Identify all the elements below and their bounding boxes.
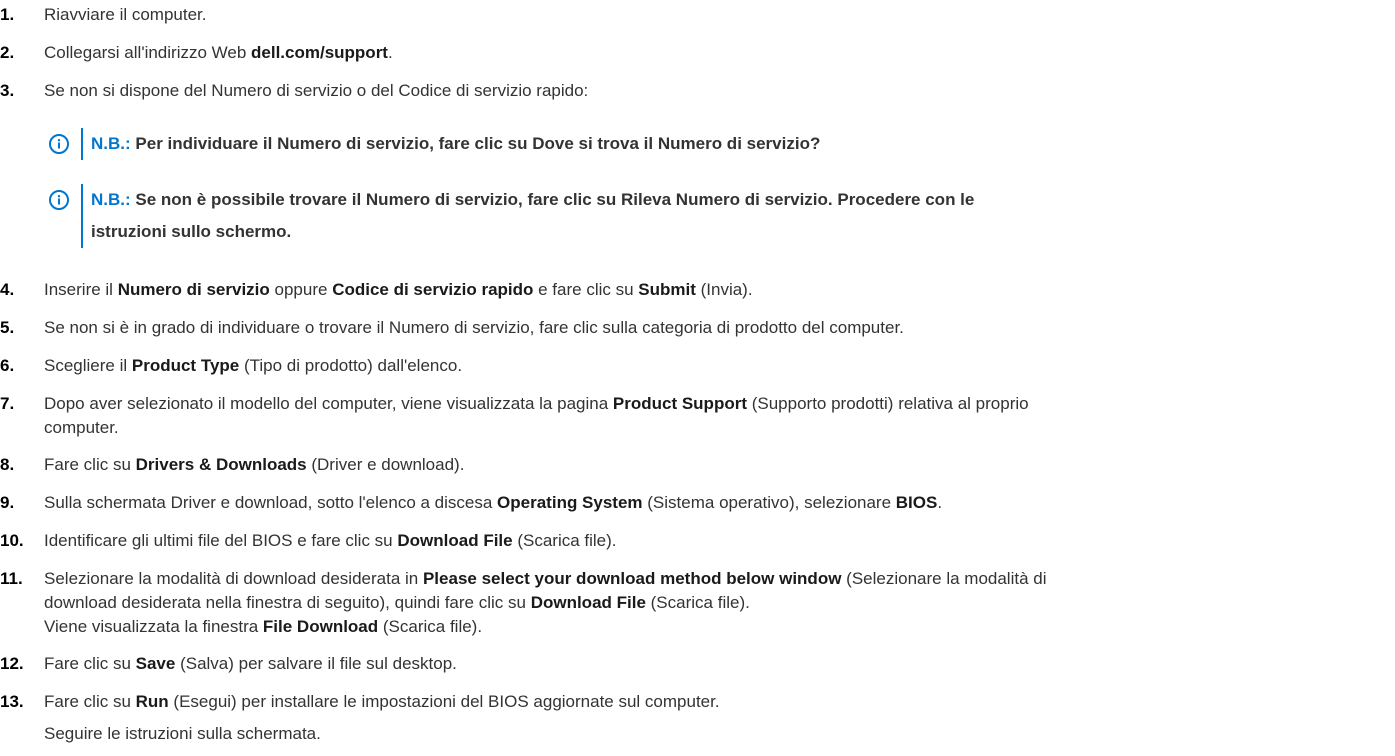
text-run: oppure — [269, 280, 333, 299]
step-number: 12. — [0, 654, 24, 673]
text-run: (Sistema operativo), selezionare — [642, 493, 896, 512]
step-number: 8. — [0, 455, 15, 474]
step-text: Fare clic su Drivers & Downloads (Driver… — [44, 453, 1381, 477]
text-run: Selezionare la modalità di download desi… — [44, 569, 423, 588]
text-run: Inserire il — [44, 280, 118, 299]
note-label: N.B.: — [91, 190, 131, 209]
step-text: Identificare gli ultimi file del BIOS e … — [44, 529, 1381, 553]
step-number: 6. — [0, 356, 15, 375]
step-number: 7. — [0, 394, 15, 413]
text-run: Identificare gli ultimi file del BIOS e … — [44, 531, 398, 550]
bold-term: Operating System — [497, 493, 643, 512]
note-text: N.B.: Se non è possibile trovare il Nume… — [91, 184, 1375, 248]
bold-term: BIOS — [895, 493, 938, 512]
text-run: (Driver e download). — [306, 455, 465, 474]
step-text: Se non si è in grado di individuare o tr… — [44, 318, 904, 337]
bold-term: Please select your download method below… — [422, 569, 842, 588]
text-run: (Scarica file). — [378, 617, 483, 636]
note-box: N.B.: Se non è possibile trovare il Nume… — [49, 184, 1375, 248]
text-run: . — [387, 43, 393, 62]
bold-term: Download File — [397, 531, 513, 550]
bold-term: Codice di servizio rapido — [332, 280, 534, 299]
text-run: e fare clic su — [533, 280, 639, 299]
note-content: Per individuare il Numero di servizio, f… — [130, 134, 821, 153]
text-run: (Invia). — [695, 280, 753, 299]
step-text: Fare clic su Save (Salva) per salvare il… — [44, 652, 1381, 676]
text-run: (Scarica file). — [645, 593, 750, 612]
text-run: (Selezionare la modalità di — [841, 569, 1047, 588]
text-run: Dopo aver selezionato il modello del com… — [44, 394, 613, 413]
text-run: Seguire le istruzioni sulla schermata. — [44, 724, 321, 743]
text-run: Sulla schermata Driver e download, sotto… — [44, 493, 498, 512]
bold-term: File Download — [262, 617, 379, 636]
step-number: 1. — [0, 5, 15, 24]
text-run: (Scarica file). — [512, 531, 617, 550]
text-run: (Salva) per salvare il file sul desktop. — [175, 654, 457, 673]
step-number: 2. — [0, 43, 15, 62]
step-number: 11. — [0, 569, 23, 588]
bold-term: Save — [135, 654, 176, 673]
text-run: download desiderata nella finestra di se… — [44, 593, 531, 612]
step-text: Fare clic su Run (Esegui) per installare… — [44, 686, 1381, 750]
text-run: (Supporto prodotti) relativa al proprio — [747, 394, 1029, 413]
text-run: Fare clic su — [44, 455, 136, 474]
note-label: N.B.: — [91, 134, 131, 153]
step-number: 9. — [0, 493, 15, 512]
bold-term: Run — [135, 692, 169, 711]
bold-term: Numero di servizio — [117, 280, 270, 299]
step-text: Riavviare il computer. — [44, 5, 207, 24]
step-text: Inserire il Numero di servizio oppure Co… — [44, 278, 1381, 302]
note-divider — [81, 128, 83, 160]
text-run: . — [937, 493, 943, 512]
text-run: Fare clic su — [44, 692, 136, 711]
bold-term: Product Type — [131, 356, 240, 375]
note-box: N.B.: Per individuare il Numero di servi… — [49, 128, 1375, 160]
step-text: Selezionare la modalità di download desi… — [44, 567, 1381, 639]
step-number: 3. — [0, 81, 15, 100]
instruction-document: 1. Riavviare il computer. 2. Collegarsi … — [0, 0, 1395, 756]
note-content: Se non è possibile trovare il Numero di … — [130, 190, 975, 209]
step-text: Scegliere il Product Type (Tipo di prodo… — [44, 354, 1381, 378]
text-run: Scegliere il — [44, 356, 132, 375]
text-run: Collegarsi all'indirizzo Web — [44, 43, 252, 62]
step-number: 13. — [0, 692, 24, 711]
support-url: dell.com/support — [251, 43, 388, 62]
text-run: Viene visualizzata la finestra — [44, 617, 263, 636]
text-run: computer. — [44, 418, 119, 437]
step-text: Se non si dispone del Numero di servizio… — [44, 81, 589, 100]
text-run: (Esegui) per installare le impostazioni … — [168, 692, 720, 711]
note-text: N.B.: Per individuare il Numero di servi… — [91, 128, 1375, 160]
step-text: Dopo aver selezionato il modello del com… — [44, 392, 1381, 440]
bold-term: Product Support — [612, 394, 747, 413]
note-content-line2: istruzioni sullo schermo. — [91, 222, 292, 241]
bold-term: Submit — [638, 280, 696, 299]
step-number: 10. — [0, 531, 24, 550]
info-icon — [49, 134, 69, 154]
bold-term: Drivers & Downloads — [135, 455, 307, 474]
bold-term: Download File — [530, 593, 646, 612]
step-number: 4. — [0, 280, 15, 299]
step-text: Collegarsi all'indirizzo Web dell.com/su… — [44, 41, 1381, 65]
step-number: 5. — [0, 318, 15, 337]
step-text: Sulla schermata Driver e download, sotto… — [44, 491, 1381, 515]
text-run: Fare clic su — [44, 654, 136, 673]
info-icon — [49, 190, 69, 210]
note-divider — [81, 184, 83, 248]
text-run: (Tipo di prodotto) dall'elenco. — [239, 356, 463, 375]
